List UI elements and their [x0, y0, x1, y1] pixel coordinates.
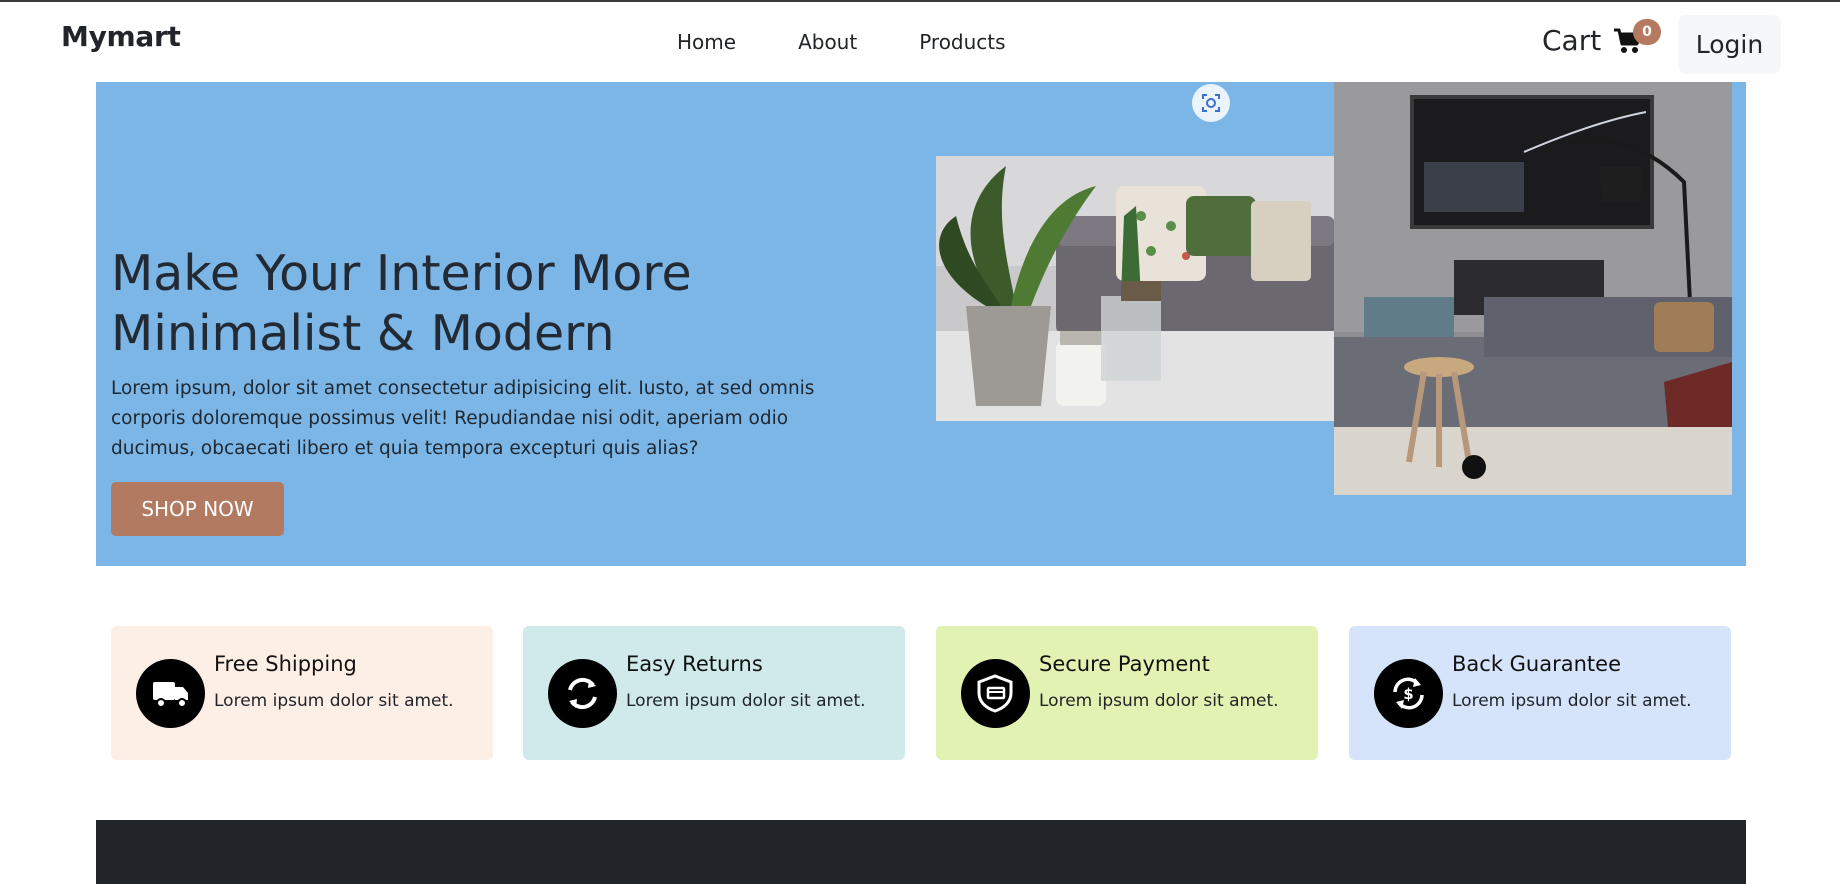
hero-section: Make Your Interior More Minimalist & Mod…	[96, 82, 1746, 566]
feature-description: Lorem ipsum dolor sit amet.	[1039, 691, 1279, 711]
navbar: Mymart Home About Products Cart 0 Login	[0, 2, 1840, 82]
hero-title: Make Your Interior More Minimalist & Mod…	[111, 245, 692, 362]
refresh-icon	[548, 659, 617, 728]
feature-title: Secure Payment	[1039, 652, 1210, 676]
cart-count-badge: 0	[1633, 19, 1661, 45]
feature-card-secure-payment: Secure Payment Lorem ipsum dolor sit ame…	[936, 626, 1318, 760]
nav-links: Home About Products	[677, 30, 1068, 54]
cart-label: Cart	[1542, 24, 1602, 57]
login-button[interactable]: Login	[1678, 15, 1781, 74]
shield-icon	[961, 659, 1030, 728]
feature-title: Easy Returns	[626, 652, 763, 676]
nav-link-about[interactable]: About	[798, 30, 857, 54]
feature-title: Back Guarantee	[1452, 652, 1621, 676]
feature-card-back-guarantee: $ Back Guarantee Lorem ipsum dolor sit a…	[1349, 626, 1731, 760]
living-room-plants-image	[936, 156, 1335, 421]
nav-link-products[interactable]: Products	[919, 30, 1005, 54]
living-room-sofa-image	[1334, 82, 1732, 495]
feature-description: Lorem ipsum dolor sit amet.	[626, 691, 866, 711]
nav-link-home[interactable]: Home	[677, 30, 736, 54]
feature-description: Lorem ipsum dolor sit amet.	[1452, 691, 1692, 711]
svg-text:$: $	[1403, 685, 1413, 703]
cart-button[interactable]: Cart	[1542, 24, 1643, 57]
feature-card-free-shipping: Free Shipping Lorem ipsum dolor sit amet…	[111, 626, 493, 760]
features-row: Free Shipping Lorem ipsum dolor sit amet…	[111, 626, 1731, 760]
brand-logo[interactable]: Mymart	[61, 20, 181, 53]
footer	[96, 820, 1746, 884]
visual-search-icon[interactable]	[1192, 84, 1230, 122]
feature-title: Free Shipping	[214, 652, 357, 676]
shop-now-button[interactable]: SHOP NOW	[111, 482, 284, 536]
feature-description: Lorem ipsum dolor sit amet.	[214, 691, 454, 711]
hero-description: Lorem ipsum, dolor sit amet consectetur …	[111, 378, 815, 459]
truck-icon	[136, 659, 205, 728]
feature-card-easy-returns: Easy Returns Lorem ipsum dolor sit amet.	[523, 626, 905, 760]
money-back-icon: $	[1374, 659, 1443, 728]
